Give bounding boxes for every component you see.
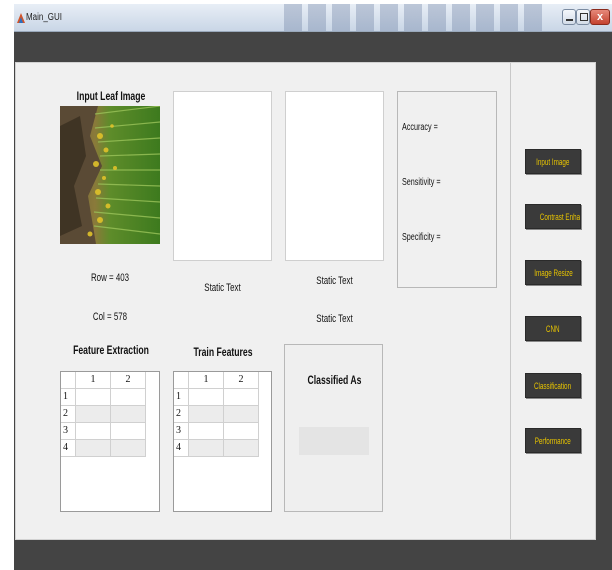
matlab-icon — [17, 13, 25, 23]
train-features-title: Train Features — [193, 345, 253, 359]
minimize-button[interactable] — [562, 9, 576, 25]
figure-panel: Input Leaf Image Row = 403 Col = 578 Sta… — [15, 62, 596, 540]
performance-panel: Accuracy = Sensitivity = Specificity = — [397, 91, 497, 288]
sensitivity-label: Sensitivity = — [402, 177, 441, 188]
input-leaf-title: Input Leaf Image — [76, 89, 146, 103]
classification-result-field — [299, 427, 369, 455]
window-title: Main_GUI — [26, 12, 63, 23]
close-button[interactable]: x — [590, 9, 610, 25]
cnn-button[interactable]: CNN — [525, 316, 581, 341]
train-features-table[interactable]: 1 2 1 2 3 4 — [173, 371, 272, 512]
close-icon: x — [596, 11, 604, 23]
col-label: Col = 578 — [92, 311, 128, 323]
input-image-button[interactable]: Input Image — [525, 149, 581, 174]
row-label: Row = 403 — [90, 272, 130, 284]
panel-divider — [510, 63, 511, 539]
title-bar[interactable]: Main_GUI x — [14, 4, 612, 32]
accuracy-label: Accuracy = — [402, 122, 438, 133]
classification-button[interactable]: Classification — [525, 373, 581, 398]
static-text-3: Static Text — [316, 313, 353, 325]
background-blur — [284, 4, 544, 31]
maximize-button[interactable] — [576, 9, 590, 25]
feature-extraction-title: Feature Extraction — [73, 343, 149, 357]
image-resize-button[interactable]: Image Resize — [525, 260, 581, 285]
specificity-label: Specificity = — [402, 232, 441, 243]
static-text-2: Static Text — [316, 275, 353, 287]
classified-as-panel: Classified As — [284, 344, 383, 512]
static-text-1: Static Text — [204, 282, 241, 294]
classified-as-title: Classified As — [307, 373, 362, 387]
leaf-image — [60, 106, 160, 244]
feature-extraction-table[interactable]: 1 2 1 2 3 4 — [60, 371, 160, 512]
axes-1[interactable] — [173, 91, 272, 261]
axes-2[interactable] — [285, 91, 384, 261]
performance-button[interactable]: Performance — [525, 428, 581, 453]
contrast-enhancement-button[interactable]: Contrast Enhancement — [525, 204, 581, 229]
